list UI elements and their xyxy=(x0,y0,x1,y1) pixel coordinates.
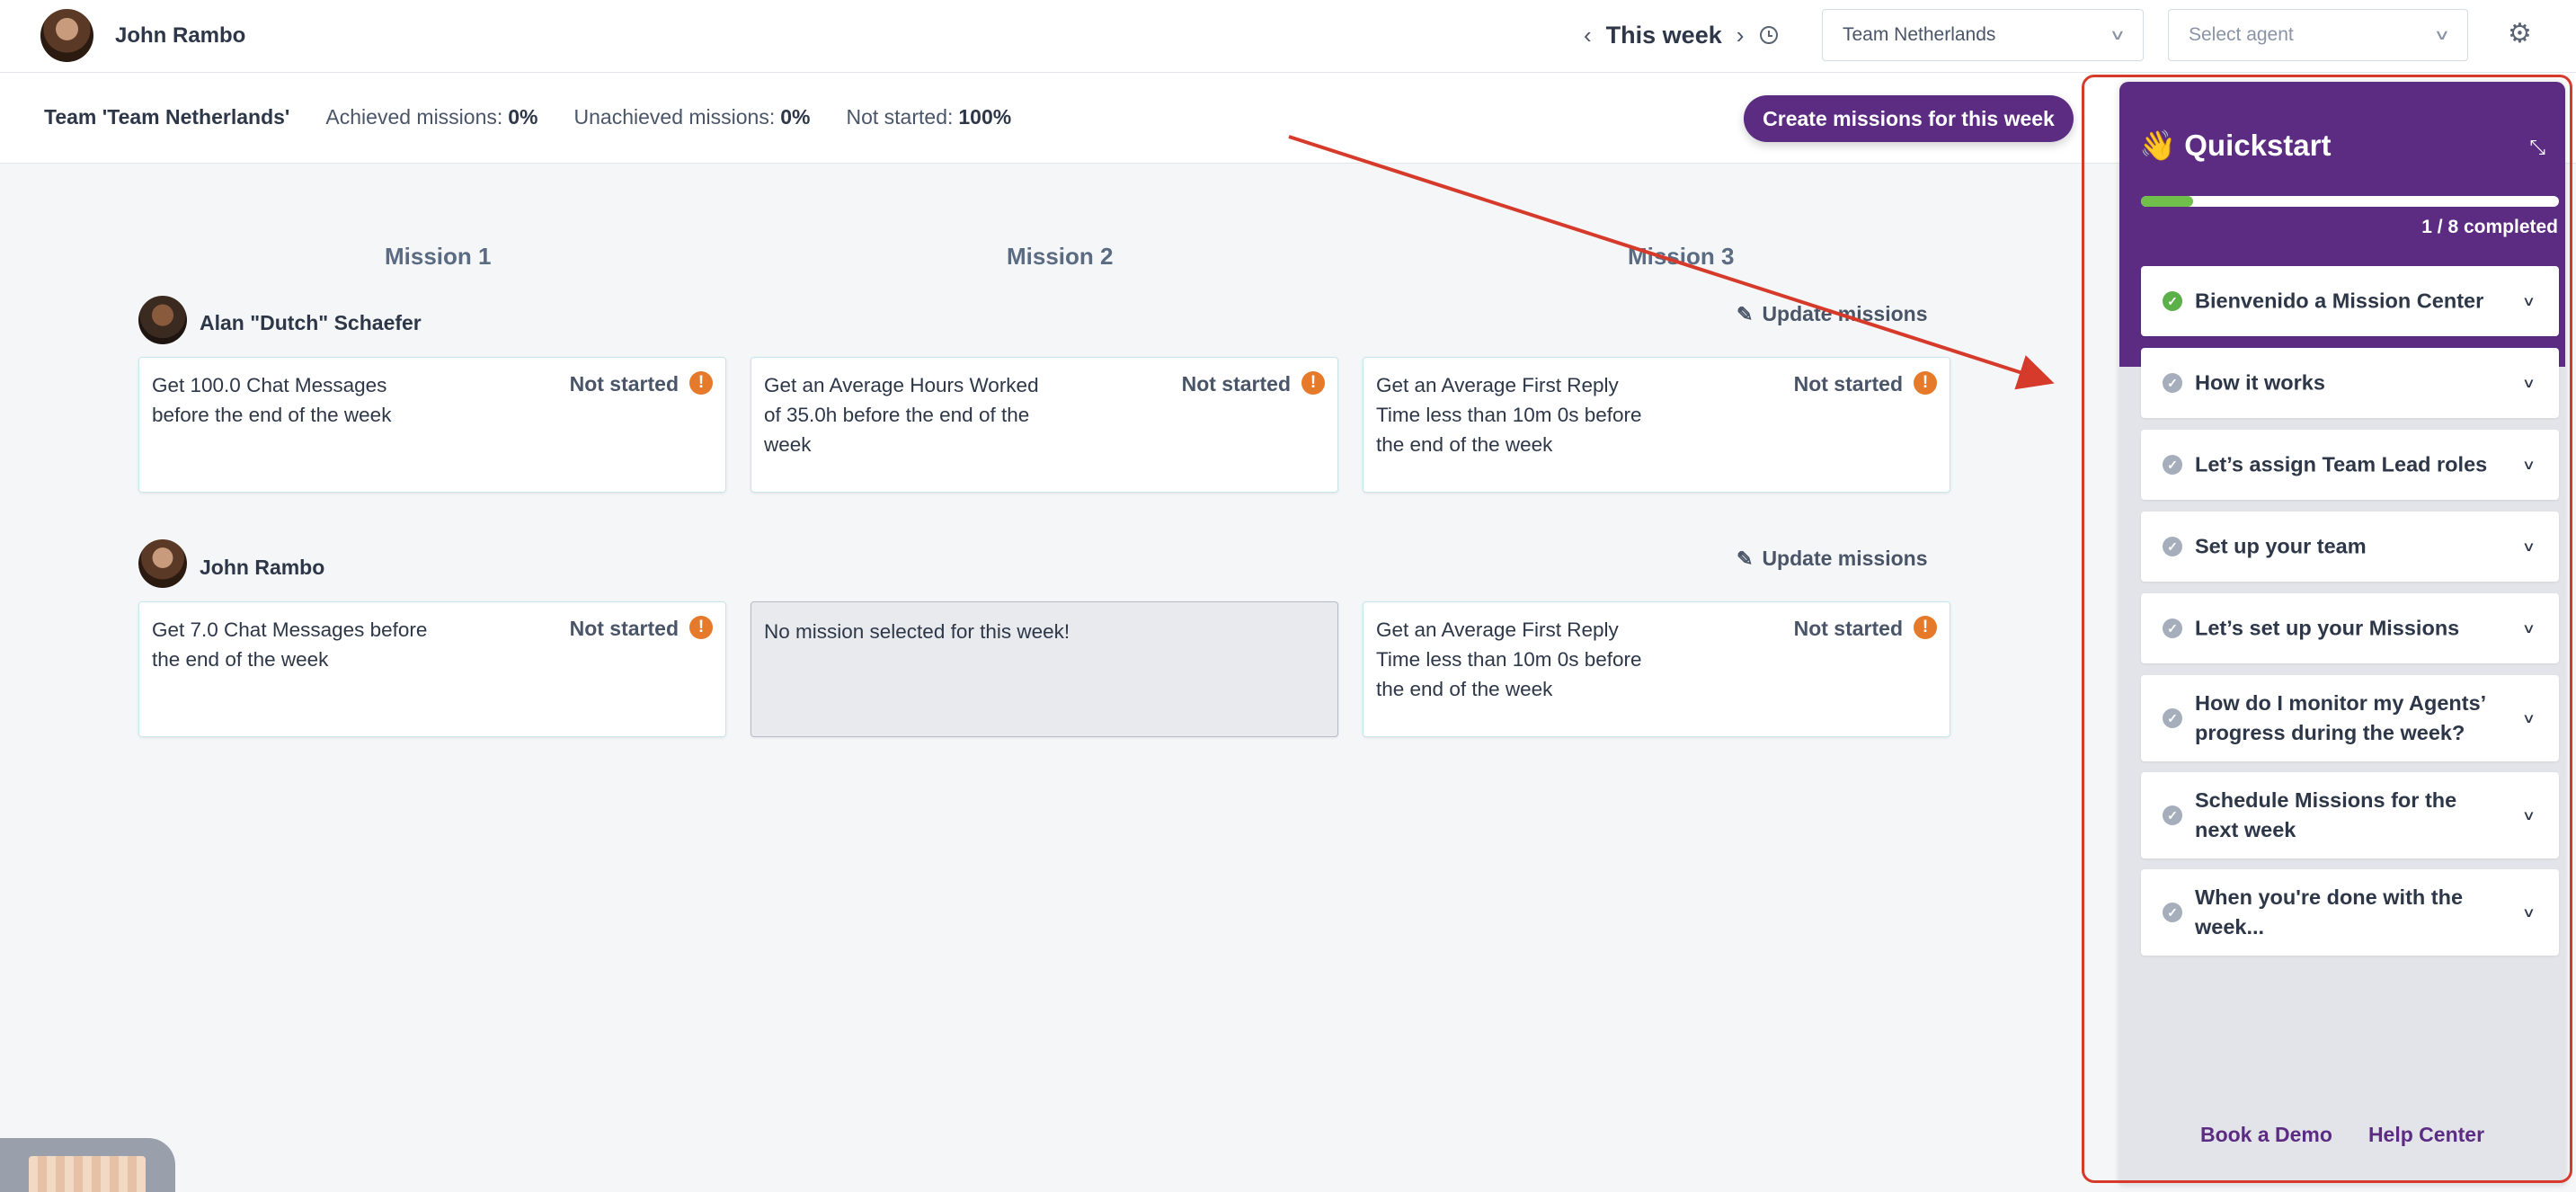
update-missions-link[interactable]: ✎ Update missions xyxy=(1737,547,1927,571)
warning-icon: ! xyxy=(689,616,713,639)
agent-select-placeholder: Select agent xyxy=(2189,24,2294,45)
update-missions-label: Update missions xyxy=(1762,302,1928,325)
mission-description: Get an Average First Reply Time less tha… xyxy=(1376,618,1642,700)
not-started-value: 100% xyxy=(958,105,1012,129)
warning-icon: ! xyxy=(1301,371,1325,395)
create-missions-button[interactable]: Create missions for this week xyxy=(1744,95,2074,142)
empty-mission-message: No mission selected for this week! xyxy=(764,620,1070,643)
agent-avatar xyxy=(138,296,187,344)
mission-status: Not started xyxy=(1181,372,1291,396)
week-label: This week xyxy=(1605,21,1722,49)
mission-description: Get 7.0 Chat Messages before the end of … xyxy=(152,618,428,671)
mission-card[interactable]: Get an Average Hours Worked of 35.0h bef… xyxy=(751,357,1338,493)
pencil-icon: ✎ xyxy=(1737,547,1754,570)
warning-icon: ! xyxy=(689,371,713,395)
agent-avatar xyxy=(138,539,187,588)
agent-name: John Rambo xyxy=(200,556,325,579)
clock-icon[interactable] xyxy=(1760,26,1779,44)
chevron-down-icon: ∨ xyxy=(2433,28,2451,43)
week-navigator: ‹ This week › xyxy=(1584,16,1779,54)
column-header-mission-3: Mission 3 xyxy=(1628,243,1735,270)
mission-description: Get 100.0 Chat Messages before the end o… xyxy=(152,374,392,426)
team-name: Team 'Team Netherlands' xyxy=(44,105,290,129)
achieved-label: Achieved missions: xyxy=(325,105,503,129)
not-started-stat: Not started: 100% xyxy=(846,105,1011,129)
user-avatar[interactable] xyxy=(40,9,93,62)
annotation-frame xyxy=(2082,75,2572,1183)
launcher-thumbnail[interactable] xyxy=(29,1156,146,1192)
agent-name: Alan "Dutch" Schaefer xyxy=(200,311,422,334)
unachieved-stat: Unachieved missions: 0% xyxy=(574,105,811,129)
warning-icon: ! xyxy=(1914,616,1937,639)
mission-description: Get an Average Hours Worked of 35.0h bef… xyxy=(764,374,1039,456)
achieved-stat: Achieved missions: 0% xyxy=(325,105,537,129)
achieved-value: 0% xyxy=(508,105,538,129)
chevron-right-icon[interactable]: › xyxy=(1737,23,1745,47)
agent-select[interactable]: Select agent ∨ xyxy=(2168,9,2468,61)
empty-mission-card[interactable]: No mission selected for this week! xyxy=(751,601,1338,737)
not-started-label: Not started: xyxy=(846,105,954,129)
mission-card[interactable]: Get 100.0 Chat Messages before the end o… xyxy=(138,357,726,493)
mission-card[interactable]: Get 7.0 Chat Messages before the end of … xyxy=(138,601,726,737)
team-select-value: Team Netherlands xyxy=(1843,24,1996,45)
gear-icon[interactable]: ⚙ xyxy=(2508,18,2532,49)
mission-status: Not started xyxy=(569,617,679,640)
column-header-mission-1: Mission 1 xyxy=(385,243,492,270)
team-stats: Team 'Team Netherlands' Achieved mission… xyxy=(44,105,1011,129)
mission-status: Not started xyxy=(1793,617,1903,640)
pencil-icon: ✎ xyxy=(1737,302,1754,325)
unachieved-label: Unachieved missions: xyxy=(573,105,776,129)
update-missions-label: Update missions xyxy=(1762,547,1928,570)
chevron-left-icon[interactable]: ‹ xyxy=(1584,23,1592,47)
mission-card[interactable]: Get an Average First Reply Time less tha… xyxy=(1363,357,1950,493)
column-header-mission-2: Mission 2 xyxy=(1007,243,1114,270)
mission-card[interactable]: Get an Average First Reply Time less tha… xyxy=(1363,601,1950,737)
mission-status: Not started xyxy=(1793,372,1903,396)
unachieved-value: 0% xyxy=(780,105,811,129)
mission-description: Get an Average First Reply Time less tha… xyxy=(1376,374,1642,456)
chevron-down-icon: ∨ xyxy=(2109,28,2127,43)
warning-icon: ! xyxy=(1914,371,1937,395)
team-select[interactable]: Team Netherlands ∨ xyxy=(1822,9,2144,61)
top-bar: John Rambo ‹ This week › Team Netherland… xyxy=(0,0,2576,73)
mission-status: Not started xyxy=(569,372,679,396)
update-missions-link[interactable]: ✎ Update missions xyxy=(1737,302,1927,326)
user-name: John Rambo xyxy=(115,23,246,48)
